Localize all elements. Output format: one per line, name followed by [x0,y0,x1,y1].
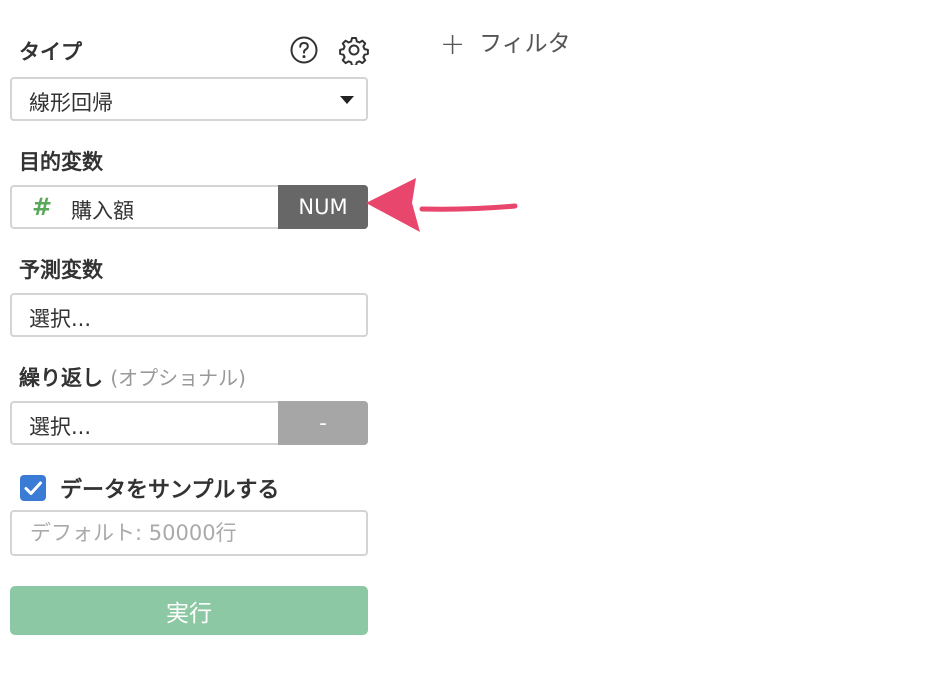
plus-icon: + [440,27,466,62]
gear-icon[interactable] [339,35,369,65]
numeric-column-icon: # [32,193,53,221]
repeat-type-tag: - [278,401,368,445]
type-label: タイプ [19,40,82,64]
repeat-label-text: 繰り返し [19,366,103,390]
sample-data-checkbox[interactable] [20,475,46,501]
question-circle-icon[interactable] [289,35,319,65]
predictor-variables-label: 予測変数 [19,258,103,282]
target-column-name: 購入額 [71,199,134,223]
run-button[interactable]: 実行 [10,586,368,635]
sample-data-label[interactable]: データをサンプルする [60,472,279,504]
repeat-placeholder: 選択... [29,415,92,439]
repeat-label: 繰り返し (オプショナル) [19,362,246,392]
predictor-variables-select[interactable]: 選択... [10,293,368,337]
type-select[interactable]: 線形回帰 [10,77,368,121]
target-variable-label: 目的変数 [19,150,103,174]
pink-arrow-pointer [366,178,518,232]
type-tag-badge: NUM [278,185,368,229]
predictor-placeholder: 選択... [29,307,92,331]
caret-down-icon [340,96,354,104]
filter-label: フィルタ [479,31,571,57]
optional-hint: (オプショナル) [110,366,246,390]
repeat-select[interactable]: 選択... - [10,401,368,445]
sample-rows-input[interactable] [10,510,368,556]
add-filter-button[interactable]: + フィルタ [440,24,571,62]
type-selected-value: 線形回帰 [29,91,113,115]
target-variable-field[interactable]: # 購入額 NUM [10,185,368,229]
